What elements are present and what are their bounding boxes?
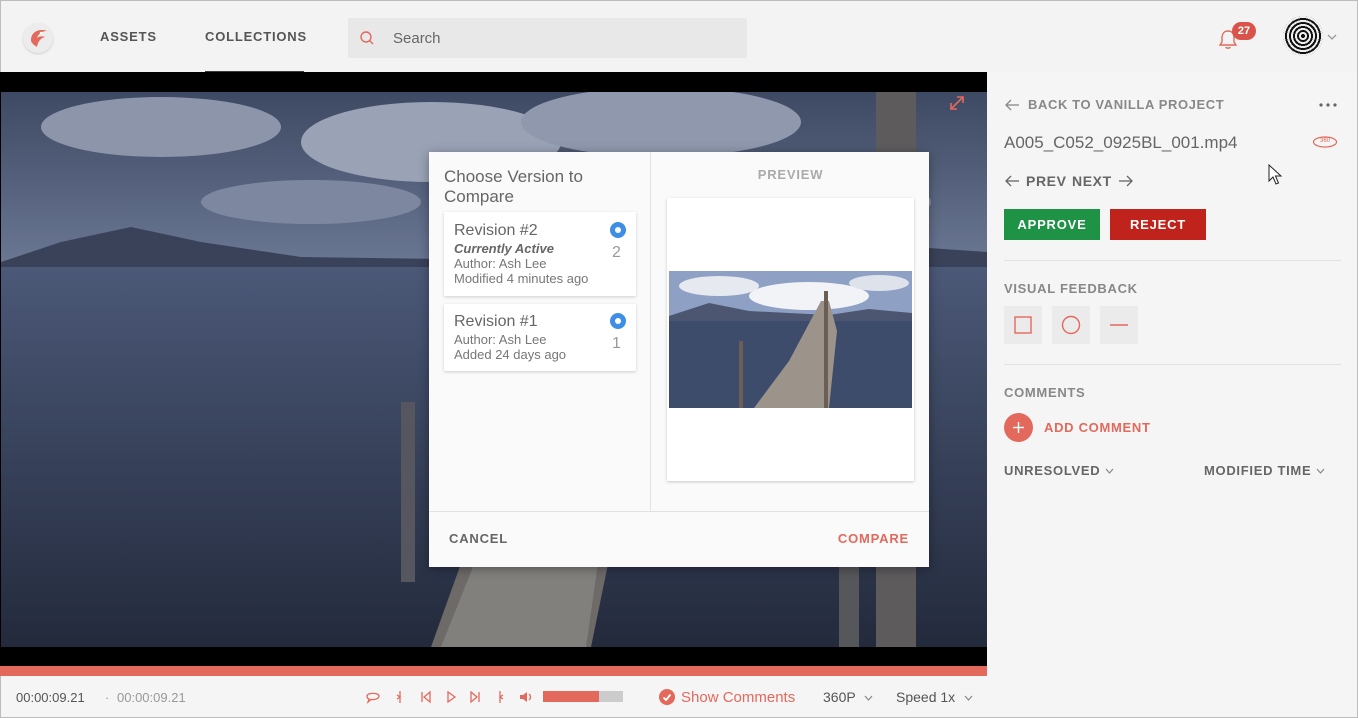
comments-heading: COMMENTS [1004, 385, 1086, 400]
search-icon [360, 31, 374, 45]
revision-radio[interactable] [610, 313, 626, 329]
file-name: A005_C052_0925BL_001.mp4 [1004, 133, 1238, 152]
preview-panel: PREVIEW [652, 152, 929, 511]
chevron-down-icon [964, 695, 973, 702]
revision-radio[interactable] [610, 222, 626, 238]
total-time: 00:00:09.21 [117, 690, 186, 705]
search-bar [348, 18, 747, 58]
filter-status-label: UNRESOLVED [1004, 463, 1101, 478]
revision-card[interactable]: Revision #1 Author: Ash Lee Added 24 day… [444, 304, 636, 371]
divider [1004, 364, 1341, 365]
filter-sort-label: MODIFIED TIME [1204, 463, 1312, 478]
volume-slider[interactable] [543, 691, 623, 702]
compare-version-dialog: Choose Version to Compare Revision #2 Cu… [429, 152, 929, 567]
prev-asset-button[interactable]: PREV [1004, 173, 1067, 189]
more-options-icon[interactable] [1318, 103, 1338, 107]
visual-feedback-heading: VISUAL FEEDBACK [1004, 281, 1138, 296]
volume-icon[interactable] [518, 689, 534, 705]
chevron-down-icon [864, 695, 873, 702]
mark-out-icon[interactable] [492, 689, 508, 705]
fullscreen-icon[interactable] [947, 93, 967, 113]
rectangle-tool-button[interactable] [1004, 306, 1042, 344]
add-comment-label: ADD COMMENT [1044, 420, 1151, 435]
time-separator: · [105, 690, 110, 705]
top-bar: ASSETS COLLECTIONS 27 [0, 0, 1358, 73]
line-tool-button[interactable] [1100, 306, 1138, 344]
reject-button[interactable]: REJECT [1110, 209, 1206, 240]
circle-tool-button[interactable] [1052, 306, 1090, 344]
cancel-button[interactable]: CANCEL [449, 531, 508, 546]
search-input[interactable] [393, 18, 733, 58]
speed-select[interactable]: Speed 1x [896, 689, 973, 705]
next-asset-button[interactable]: NEXT [1072, 173, 1134, 189]
revision-card[interactable]: Revision #2 Currently Active Author: Ash… [444, 212, 636, 296]
show-comments-toggle[interactable]: Show Comments [659, 687, 795, 707]
line-icon [1110, 324, 1128, 326]
quality-select[interactable]: 360P [823, 689, 873, 705]
revision-status: Currently Active [454, 241, 554, 256]
mouse-cursor-icon [1268, 164, 1282, 185]
revision-number: 1 [612, 335, 621, 352]
plus-icon [1004, 413, 1033, 442]
comment-status-filter[interactable]: UNRESOLVED [1004, 463, 1114, 478]
dialog-title: Choose Version to Compare [444, 167, 583, 206]
revision-author: Author: Ash Lee [454, 332, 547, 347]
player-controls: 00:00:09.21 · 00:00:09.21 Show Comments … [0, 676, 987, 718]
arrow-left-icon [1005, 99, 1019, 110]
revision-date: Modified 4 minutes ago [454, 271, 589, 286]
mark-in-icon[interactable] [392, 689, 408, 705]
vr-360-icon: 360 [1312, 136, 1338, 148]
quality-label: 360P [823, 689, 856, 705]
speed-label: Speed 1x [896, 689, 956, 705]
comment-bubble-icon[interactable] [365, 689, 381, 705]
show-comments-label: Show Comments [681, 688, 796, 706]
compare-button[interactable]: COMPARE [838, 531, 909, 546]
nav-assets[interactable]: ASSETS [100, 29, 157, 44]
preview-box [667, 198, 914, 481]
asset-sidebar: BACK TO VANILLA PROJECT A005_C052_0925BL… [987, 72, 1358, 718]
vr-badge-label: 360 [1320, 138, 1331, 144]
revision-author: Author: Ash Lee [454, 256, 547, 271]
prev-label: PREV [1026, 173, 1067, 189]
preview-heading: PREVIEW [757, 167, 824, 182]
step-forward-icon[interactable] [467, 689, 483, 705]
approve-button[interactable]: APPROVE [1004, 209, 1100, 240]
chevron-down-icon [1105, 468, 1114, 474]
back-link-label: BACK TO VANILLA PROJECT [1028, 97, 1225, 112]
arrow-right-icon [1118, 175, 1133, 187]
nav-collections[interactable]: COLLECTIONS [205, 29, 307, 44]
comment-sort-filter[interactable]: MODIFIED TIME [1204, 463, 1325, 478]
next-label: NEXT [1072, 173, 1112, 189]
divider [1004, 260, 1341, 261]
check-circle-icon [659, 689, 675, 705]
circle-icon [1061, 315, 1081, 335]
user-avatar[interactable] [1283, 16, 1323, 56]
arrow-left-icon [1005, 175, 1019, 187]
revision-title: Revision #1 [454, 313, 538, 330]
dialog-footer: CANCEL COMPARE [429, 511, 929, 567]
square-icon [1014, 316, 1032, 334]
notification-count-badge: 27 [1232, 22, 1256, 40]
revision-title: Revision #2 [454, 222, 538, 239]
timeline-progress-bar[interactable] [0, 666, 987, 676]
revision-list-panel: Choose Version to Compare Revision #2 Cu… [429, 152, 651, 511]
revision-number: 2 [612, 244, 621, 261]
volume-level [543, 691, 599, 702]
chevron-down-icon [1316, 468, 1325, 474]
back-to-project-link[interactable]: BACK TO VANILLA PROJECT [1004, 97, 1224, 112]
app-logo-icon[interactable] [23, 23, 53, 53]
chevron-down-icon[interactable] [1327, 33, 1337, 41]
step-back-icon[interactable] [418, 689, 434, 705]
current-time: 00:00:09.21 [16, 690, 85, 705]
play-icon[interactable] [443, 689, 459, 705]
add-comment-button[interactable]: ADD COMMENT [1004, 413, 1151, 442]
preview-thumbnail [669, 271, 912, 408]
revision-date: Added 24 days ago [454, 347, 567, 362]
